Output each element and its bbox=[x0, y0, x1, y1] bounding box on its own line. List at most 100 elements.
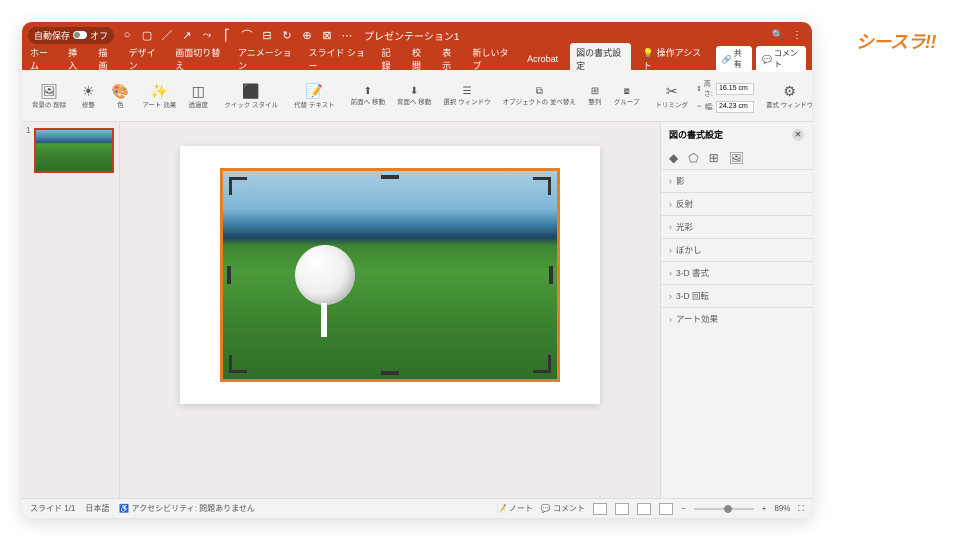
backward-button[interactable]: ⬇背面へ 移動 bbox=[393, 73, 435, 119]
color-button[interactable]: 🎨色 bbox=[106, 73, 134, 119]
fit-button[interactable]: ⛶ bbox=[798, 504, 804, 514]
section-3d-format[interactable]: 3-D 書式 bbox=[661, 261, 812, 284]
line-icon[interactable]: ／ bbox=[160, 28, 174, 42]
size-tab-icon[interactable]: ⊞ bbox=[709, 151, 719, 165]
reading-view-button[interactable] bbox=[637, 503, 651, 515]
zoom-out-button[interactable]: − bbox=[681, 504, 686, 513]
close-pane-button[interactable]: ✕ bbox=[792, 129, 804, 141]
art-effects-button[interactable]: ✨アート 効果 bbox=[138, 73, 180, 119]
format-pane-tabs: ◆ ⬠ ⊞ 🖼 bbox=[661, 147, 812, 169]
tab-insert[interactable]: 挿入 bbox=[66, 43, 86, 75]
section-reflection[interactable]: 反射 bbox=[661, 192, 812, 215]
tab-newtab[interactable]: 新しいタブ bbox=[470, 43, 515, 75]
section-glow[interactable]: 光彩 bbox=[661, 215, 812, 238]
tab-view[interactable]: 表示 bbox=[440, 43, 460, 75]
sorter-view-button[interactable] bbox=[615, 503, 629, 515]
crop-handle-tr[interactable] bbox=[533, 177, 551, 195]
normal-view-button[interactable] bbox=[593, 503, 607, 515]
more-icon[interactable]: ⋯ bbox=[340, 28, 354, 42]
quickstyle-icon: ⬛ bbox=[241, 81, 261, 101]
tab-draw[interactable]: 描画 bbox=[96, 43, 116, 75]
tab-slideshow[interactable]: スライド ショー bbox=[307, 43, 370, 75]
alttext-icon: 📝 bbox=[304, 81, 324, 101]
bracket-icon[interactable]: ⎡ bbox=[220, 28, 234, 42]
width-input[interactable] bbox=[716, 101, 754, 113]
tab-assist[interactable]: 💡 操作アシスト bbox=[641, 43, 706, 75]
picture-tab-icon[interactable]: 🖼 bbox=[729, 151, 744, 165]
auto-save-toggle[interactable]: 自動保存 オフ bbox=[28, 27, 114, 44]
presentation-title: プレゼンテーション1 bbox=[364, 28, 459, 43]
crop-handle-r[interactable] bbox=[549, 266, 553, 284]
share-button[interactable]: 🔗 共有 bbox=[716, 46, 752, 72]
transparency-button[interactable]: ◫透過度 bbox=[184, 73, 212, 119]
forward-button[interactable]: ⬆前面へ 移動 bbox=[347, 73, 389, 119]
tab-design[interactable]: デザイン bbox=[127, 43, 164, 75]
zoom-in-button[interactable]: + bbox=[762, 504, 767, 513]
group-icon: ⧇ bbox=[620, 84, 634, 98]
section-art-effects[interactable]: アート効果 bbox=[661, 307, 812, 330]
crop-handle-l[interactable] bbox=[227, 266, 231, 284]
golf-ball bbox=[295, 245, 355, 305]
add-icon[interactable]: ⊕ bbox=[300, 28, 314, 42]
crop-button[interactable]: ✂トリミング bbox=[652, 73, 693, 119]
section-shadow[interactable]: 影 bbox=[661, 169, 812, 192]
group-button[interactable]: ⧇グループ bbox=[610, 73, 644, 119]
align-button[interactable]: ⊞整列 bbox=[584, 73, 606, 119]
tab-transitions[interactable]: 画面切り替え bbox=[173, 43, 226, 75]
selected-picture[interactable] bbox=[220, 168, 560, 382]
crop-handle-bl[interactable] bbox=[229, 355, 247, 373]
crop-handle-tl[interactable] bbox=[229, 177, 247, 195]
effects-tab-icon[interactable]: ⬠ bbox=[688, 151, 698, 165]
crop-handle-b[interactable] bbox=[381, 371, 399, 375]
format-pane-header: 図の書式設定 ✕ bbox=[661, 122, 812, 147]
tab-acrobat[interactable]: Acrobat bbox=[525, 51, 560, 67]
arc-icon[interactable]: ⌒ bbox=[240, 28, 254, 42]
width-icon: ⇔ bbox=[696, 103, 703, 110]
crop-handle-t[interactable] bbox=[381, 175, 399, 179]
toggle-switch-icon bbox=[73, 31, 87, 39]
tab-record[interactable]: 記録 bbox=[380, 43, 400, 75]
overflow-icon[interactable]: ⋮ bbox=[792, 30, 802, 41]
close-icon[interactable]: ⊠ bbox=[320, 28, 334, 42]
alt-text-button[interactable]: 📝代替 テキスト bbox=[290, 73, 339, 119]
dimensions: ⇕高さ: ⇔幅: bbox=[696, 79, 754, 113]
comments-button[interactable]: 💬 コメント bbox=[756, 46, 806, 72]
comments-status-button[interactable]: 💬 コメント bbox=[541, 503, 585, 514]
tab-home[interactable]: ホーム bbox=[28, 43, 56, 75]
section-3d-rotation[interactable]: 3-D 回転 bbox=[661, 284, 812, 307]
tab-review[interactable]: 校閲 bbox=[410, 43, 430, 75]
height-input[interactable] bbox=[716, 83, 754, 95]
circle-icon[interactable]: ○ bbox=[120, 28, 134, 42]
format-pane-title: 図の書式設定 bbox=[669, 128, 723, 141]
redo-icon[interactable]: ↻ bbox=[280, 28, 294, 42]
notes-button[interactable]: 📝 ノート bbox=[497, 503, 533, 514]
fill-tab-icon[interactable]: ◆ bbox=[669, 151, 678, 165]
accessibility[interactable]: ♿ アクセシビリティ: 問題ありません bbox=[119, 503, 255, 514]
slide-number: 1 bbox=[26, 126, 30, 135]
format-pane-button[interactable]: ⚙書式 ウィンドウ bbox=[762, 73, 812, 119]
zoom-level[interactable]: 89% bbox=[774, 504, 790, 513]
connector-icon[interactable]: ⤳ bbox=[200, 28, 214, 42]
tab-animations[interactable]: アニメーション bbox=[236, 43, 297, 75]
selection-pane-button[interactable]: ☰選択 ウィンドウ bbox=[439, 73, 494, 119]
square-icon[interactable]: ▢ bbox=[140, 28, 154, 42]
quick-style-button[interactable]: ⬛クイック スタイル bbox=[220, 73, 282, 119]
auto-save-state: オフ bbox=[90, 29, 108, 42]
slideshow-view-button[interactable] bbox=[659, 503, 673, 515]
corrections-button[interactable]: ☀修整 bbox=[74, 73, 102, 119]
width-label: 幅: bbox=[705, 102, 714, 112]
art-icon: ✨ bbox=[149, 81, 169, 101]
workspace: 1 bbox=[22, 122, 812, 498]
section-blur[interactable]: ぼかし bbox=[661, 238, 812, 261]
arrange-button[interactable]: ⧉オブジェクトの 並べ替え bbox=[499, 73, 580, 119]
slide-canvas[interactable] bbox=[180, 146, 600, 404]
arrow-icon[interactable]: ↗ bbox=[180, 28, 194, 42]
slide-thumbnail-1[interactable]: 1 bbox=[28, 128, 113, 173]
tab-picture-format[interactable]: 図の書式設定 bbox=[570, 43, 631, 75]
crop-handle-br[interactable] bbox=[533, 355, 551, 373]
search-icon[interactable]: 🔍 bbox=[772, 30, 784, 41]
textbox-icon[interactable]: ⊟ bbox=[260, 28, 274, 42]
bg-remove-button[interactable]: 🖼背景の 削除 bbox=[28, 73, 70, 119]
ribbon: 🖼背景の 削除 ☀修整 🎨色 ✨アート 効果 ◫透過度 ⬛クイック スタイル 📝… bbox=[22, 70, 812, 122]
zoom-slider[interactable] bbox=[694, 508, 754, 510]
